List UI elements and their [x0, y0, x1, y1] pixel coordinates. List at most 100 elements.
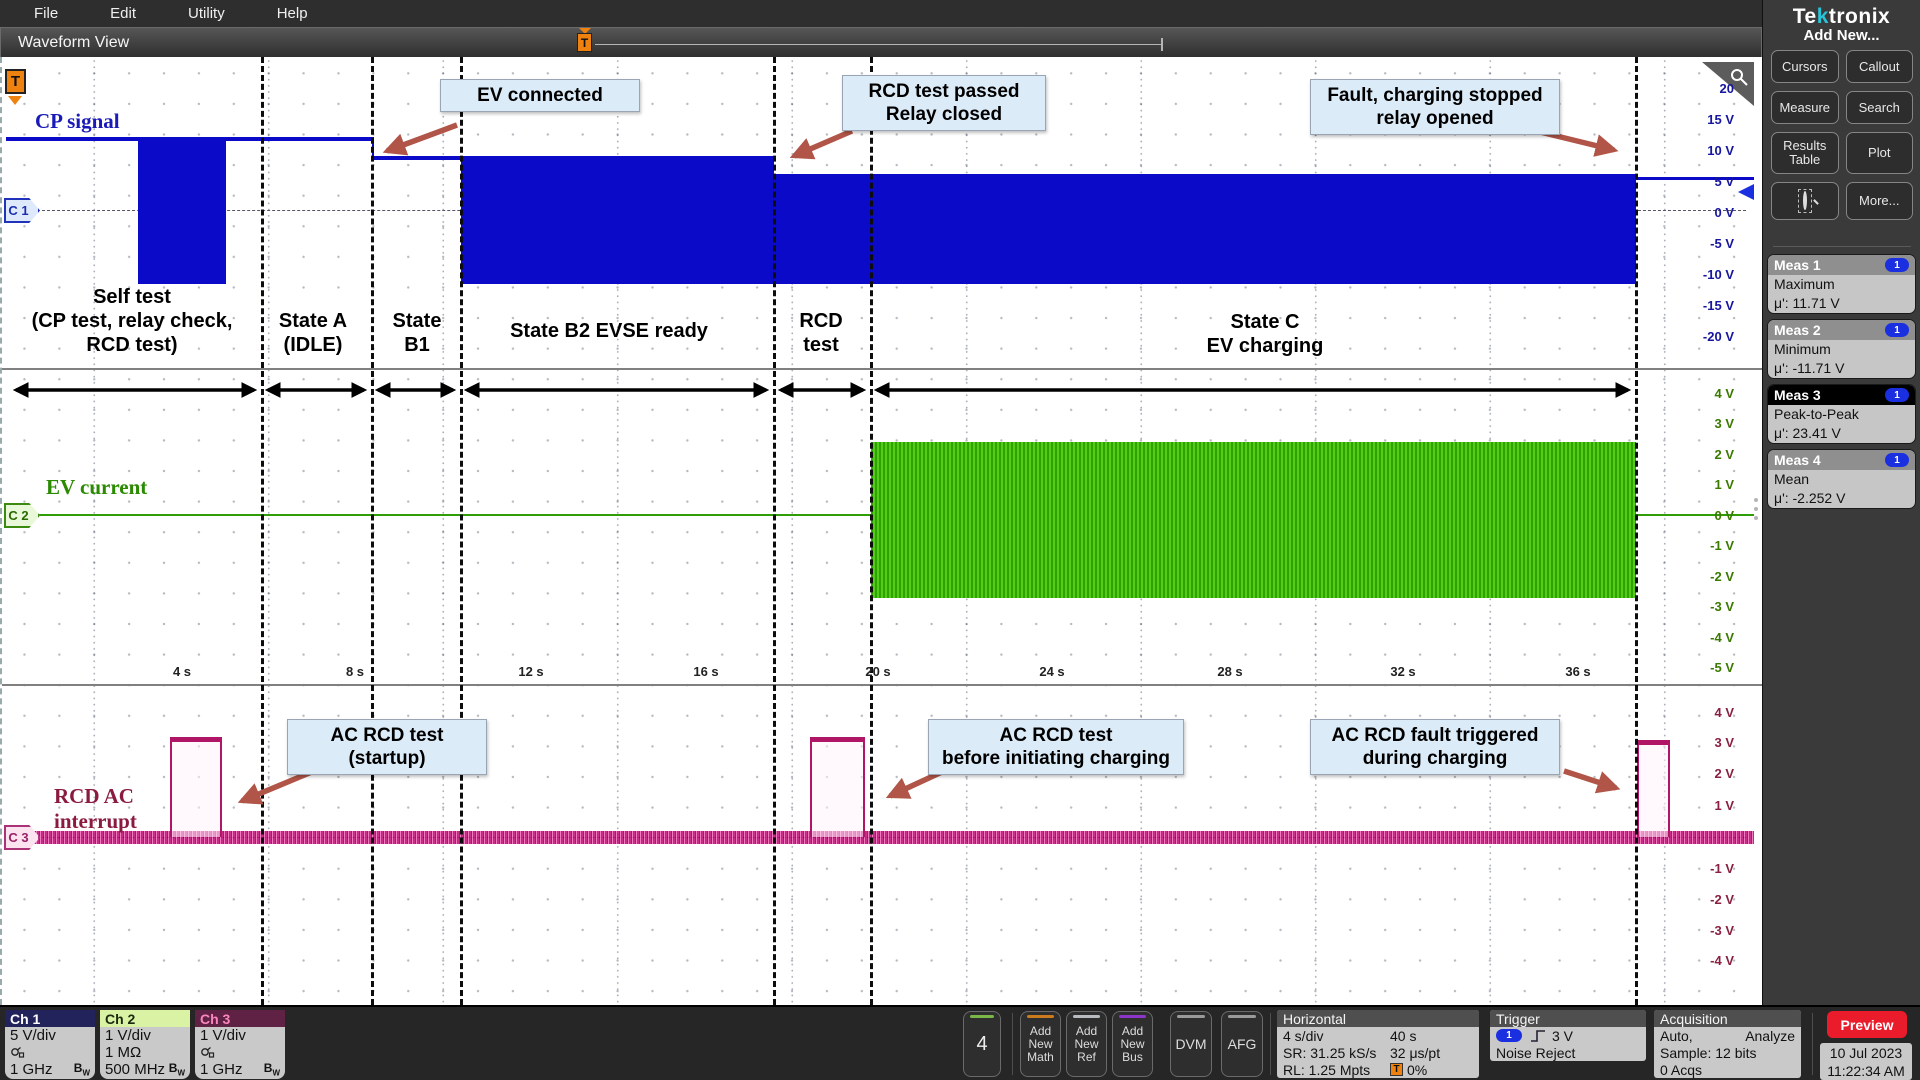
- trigger-source-pill: 1: [1496, 1029, 1522, 1042]
- callout-rcd-passed[interactable]: RCD test passed Relay closed: [842, 75, 1046, 131]
- sidebar-separator: [1773, 246, 1911, 247]
- trigger-position-t-icon[interactable]: T: [577, 33, 592, 52]
- results-table-button[interactable]: Results Table: [1771, 132, 1839, 174]
- trigger-flag-tail-icon: [8, 96, 22, 105]
- preview-button[interactable]: Preview: [1827, 1011, 1907, 1038]
- channel-1-scale: 5 V/div: [5, 1027, 95, 1044]
- c2-axis-label: -1 V: [1694, 539, 1734, 553]
- state-label-state-a: State A (IDLE): [279, 309, 347, 357]
- trigger-flag-icon[interactable]: T: [5, 69, 26, 94]
- bottom-bar-divider: [1012, 1013, 1013, 1075]
- callout-ev-connected[interactable]: EV connected: [440, 79, 640, 112]
- plot-button[interactable]: Plot: [1846, 132, 1914, 174]
- meas-2-header: Meas 2 1: [1768, 320, 1915, 340]
- channel-3-bandwidth-row: 1 GHz BW: [195, 1061, 285, 1078]
- section-line-3: [460, 57, 463, 1005]
- zoom-select-button[interactable]: [1771, 182, 1839, 220]
- cp-signal-label: CP signal: [35, 109, 120, 134]
- trigger-panel[interactable]: Trigger 1 3 V Noise Reject: [1490, 1010, 1646, 1061]
- callout-rcd-before[interactable]: AC RCD test before initiating charging: [928, 719, 1184, 775]
- meas-source-pill: 1: [1885, 388, 1909, 402]
- trigger-level-arrow-icon[interactable]: [1738, 184, 1754, 200]
- channel-2-impedance: 1 MΩ: [100, 1044, 190, 1061]
- horizontal-record-length: RL: 1.25 Mpts: [1283, 1062, 1390, 1078]
- channel-4-button[interactable]: 4: [963, 1011, 1001, 1077]
- afg-button[interactable]: AFG: [1221, 1011, 1263, 1077]
- cp-trace-12v: [6, 137, 138, 141]
- acquisition-panel[interactable]: Acquisition Auto, Analyze Sample: 12 bit…: [1654, 1010, 1801, 1078]
- c3-axis-label: -2 V: [1694, 893, 1734, 907]
- trigger-position-icon: T: [1390, 1063, 1403, 1076]
- rcd-pulse-fault: [1637, 740, 1670, 837]
- add-new-math-button[interactable]: AddNewMath: [1020, 1011, 1061, 1077]
- menu-edit[interactable]: Edit: [84, 0, 162, 27]
- meas-name: Meas 4: [1774, 452, 1821, 468]
- add-new-heading: Add New...: [1763, 27, 1920, 44]
- time-axis-label: 20 s: [865, 664, 890, 679]
- callout-line: AC RCD test: [935, 724, 1177, 747]
- logo-k: k: [1817, 5, 1829, 28]
- channel-2-scale: 1 V/div: [100, 1027, 190, 1044]
- state-line: State: [393, 309, 442, 333]
- cursors-button[interactable]: Cursors: [1771, 50, 1839, 83]
- add-new-bus-button[interactable]: AddNewBus: [1112, 1011, 1153, 1077]
- c3-axis-label: -4 V: [1694, 954, 1734, 968]
- panel-separator-2: [2, 684, 1762, 686]
- date-text: 10 Jul 2023: [1820, 1044, 1912, 1062]
- add-new-ref-button[interactable]: AddNewRef: [1066, 1011, 1107, 1077]
- acquisition-analyze: Analyze: [1745, 1028, 1795, 1044]
- bandwidth-limit-icon: BW: [74, 1061, 90, 1077]
- meas-2-badge[interactable]: Meas 2 1 Minimum μ': -11.71 V: [1768, 320, 1915, 378]
- channel-2-card-header: Ch 2: [100, 1010, 190, 1027]
- callout-button[interactable]: Callout: [1846, 50, 1914, 83]
- afg-stripe: [1228, 1015, 1256, 1018]
- c3-axis-label: 1 V: [1694, 799, 1734, 813]
- time-text: 11:22:34 AM: [1820, 1062, 1912, 1080]
- menu-file[interactable]: File: [8, 0, 84, 27]
- c1-axis-label: 10 V: [1694, 144, 1734, 158]
- callout-rcd-startup[interactable]: AC RCD test (startup): [287, 719, 487, 775]
- meas-1-body: Maximum μ': 11.71 V: [1768, 275, 1915, 313]
- section-line-5: [870, 57, 873, 1005]
- dvm-button[interactable]: DVM: [1170, 1011, 1212, 1077]
- state-line: State C: [1207, 310, 1324, 334]
- bandwidth-limit-icon: BW: [169, 1061, 185, 1077]
- meas-1-badge[interactable]: Meas 1 1 Maximum μ': 11.71 V: [1768, 255, 1915, 313]
- measure-button[interactable]: Measure: [1771, 91, 1839, 124]
- channel-1-card-header: Ch 1: [5, 1010, 95, 1027]
- panel-drag-handle[interactable]: [1754, 498, 1758, 525]
- channel-3-card-header: Ch 3: [195, 1010, 285, 1027]
- meas-type: Peak-to-Peak: [1774, 405, 1909, 424]
- rcd-pulse-precharge: [810, 737, 865, 837]
- horizontal-position: 0%: [1407, 1062, 1427, 1078]
- callout-line: AC RCD fault triggered: [1317, 724, 1553, 747]
- state-label-state-b2: State B2 EVSE ready: [510, 319, 708, 343]
- menu-utility[interactable]: Utility: [162, 0, 251, 27]
- callout-fault[interactable]: Fault, charging stopped relay opened: [1310, 79, 1560, 135]
- callout-line: relay opened: [1317, 107, 1553, 130]
- channel-1-card[interactable]: Ch 1 5 V/div 1 GHz BW: [5, 1010, 95, 1079]
- meas-name: Meas 1: [1774, 257, 1821, 273]
- meas-3-badge[interactable]: Meas 3 1 Peak-to-Peak μ': 23.41 V: [1768, 385, 1915, 443]
- search-button[interactable]: Search: [1846, 91, 1914, 124]
- state-line: EV charging: [1207, 334, 1324, 358]
- trigger-position-line: [595, 44, 1161, 45]
- callout-line: EV connected: [447, 84, 633, 107]
- horizontal-panel[interactable]: Horizontal 4 s/div 40 s SR: 31.25 kS/s 3…: [1277, 1010, 1479, 1078]
- c3-axis-label: 4 V: [1694, 706, 1734, 720]
- time-axis-label: 36 s: [1565, 664, 1590, 679]
- cp-pwm-state-c: [774, 174, 1636, 284]
- c2-axis-label: -2 V: [1694, 570, 1734, 584]
- callout-rcd-fault[interactable]: AC RCD fault triggered during charging: [1310, 719, 1560, 775]
- channel-3-card[interactable]: Ch 3 1 V/div 1 GHz BW: [195, 1010, 285, 1079]
- cp-trace-12v-b: [226, 137, 372, 141]
- more-button[interactable]: More...: [1846, 182, 1914, 220]
- channel-2-card[interactable]: Ch 2 1 V/div 1 MΩ 500 MHz BW: [100, 1010, 190, 1079]
- state-label-rcd-test: RCD test: [799, 309, 842, 357]
- horizontal-panel-header: Horizontal: [1277, 1010, 1479, 1027]
- state-line: State B2 EVSE ready: [510, 319, 708, 343]
- meas-4-badge[interactable]: Meas 4 1 Mean μ': -2.252 V: [1768, 450, 1915, 508]
- channel-1-bandwidth: 1 GHz: [10, 1061, 53, 1078]
- menu-help[interactable]: Help: [251, 0, 334, 27]
- meas-source-pill: 1: [1885, 258, 1909, 272]
